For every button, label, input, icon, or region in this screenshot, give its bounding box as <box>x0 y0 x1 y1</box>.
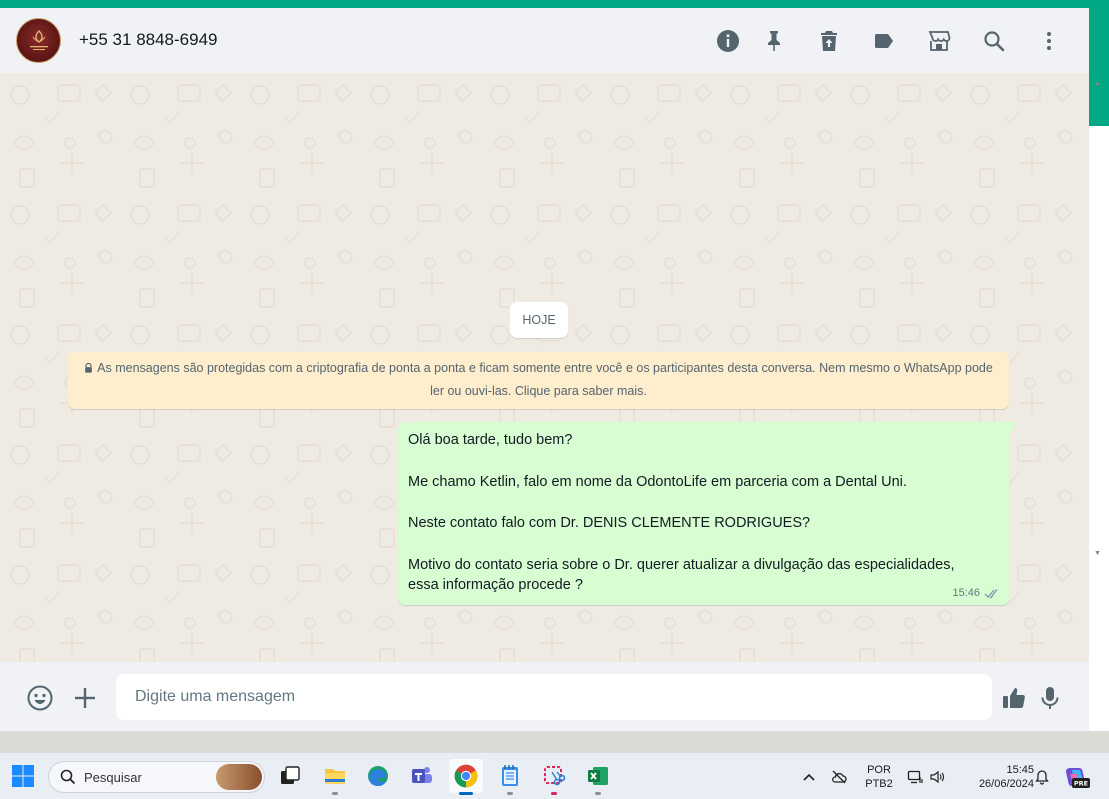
notepad-icon <box>502 765 518 786</box>
windows-taskbar: Pesquisar POR PTB2 15:45 26/06/2024 PRE <box>0 752 1109 799</box>
menu-icon[interactable] <box>1036 28 1062 54</box>
taskbar-edge[interactable] <box>361 759 395 793</box>
scroll-up-arrow-icon[interactable]: ▲ <box>1094 80 1101 87</box>
clock-time: 15:45 <box>1006 764 1034 776</box>
store-icon[interactable] <box>926 28 952 54</box>
excel-icon <box>588 767 608 785</box>
running-indicator <box>507 792 513 795</box>
taskbar-excel[interactable] <box>581 759 615 795</box>
chat-area[interactable]: HOJE As mensagens são protegidas com a c… <box>0 73 1089 662</box>
microphone-icon[interactable] <box>1036 684 1064 712</box>
running-indicator <box>332 792 338 795</box>
network-icon[interactable] <box>906 768 924 786</box>
bubble-tail <box>1009 422 1017 435</box>
whatsapp-window: +55 31 8848-6949 HOJE As mensagens são p… <box>0 8 1089 731</box>
teams-icon <box>412 767 432 783</box>
copilot-button[interactable]: PRE <box>1062 762 1092 792</box>
chevron-up-icon[interactable] <box>800 768 818 786</box>
message-composer <box>0 662 1089 731</box>
contact-avatar[interactable] <box>16 18 61 63</box>
search-icon[interactable] <box>981 28 1007 54</box>
double-check-icon <box>984 588 998 598</box>
attach-plus-icon[interactable] <box>71 684 99 712</box>
folder-icon <box>325 769 345 784</box>
contact-name[interactable]: +55 31 8848-6949 <box>79 30 218 50</box>
message-input[interactable] <box>116 674 992 720</box>
snipping-tool-icon <box>544 766 566 786</box>
taskbar-chrome[interactable] <box>449 759 483 795</box>
task-view-icon <box>281 766 300 784</box>
start-button[interactable] <box>6 759 40 793</box>
message-line-blank <box>408 492 999 513</box>
keyboard-layout: PTB2 <box>865 778 893 790</box>
message-line: Motivo do contato seria sobre o Dr. quer… <box>408 556 955 573</box>
taskbar-search[interactable]: Pesquisar <box>48 761 265 793</box>
message-line: Olá boa tarde, tudo bem? <box>408 432 573 448</box>
cloud-offline-icon[interactable] <box>830 768 848 786</box>
message-line: Neste contato falo com Dr. DENIS CLEMENT… <box>408 515 811 531</box>
window-top-strip <box>0 0 1109 8</box>
chrome-icon <box>454 764 478 788</box>
running-indicator <box>551 792 557 795</box>
pin-icon[interactable] <box>761 28 787 54</box>
task-view-button[interactable] <box>273 759 307 793</box>
lock-icon <box>85 363 93 373</box>
notification-bell-icon[interactable] <box>1033 768 1051 786</box>
message-time: 15:46 <box>952 587 980 599</box>
encryption-notice[interactable]: As mensagens são protegidas com a cripto… <box>68 352 1009 409</box>
language-code: POR <box>867 764 891 776</box>
message-bubble-outgoing[interactable]: Olá boa tarde, tudo bem? Me chamo Ketlin… <box>398 422 1017 605</box>
info-icon[interactable] <box>715 28 741 54</box>
windows-logo-icon <box>12 765 34 787</box>
chat-header: +55 31 8848-6949 <box>0 8 1089 73</box>
edge-browser-icon <box>368 766 388 786</box>
taskbar-search-label: Pesquisar <box>84 769 142 785</box>
volume-icon[interactable] <box>928 768 946 786</box>
taskbar-snipping-tool[interactable] <box>537 759 571 795</box>
search-icon <box>60 769 76 785</box>
clock-date: 26/06/2024 <box>978 778 1034 790</box>
taskbar-teams[interactable] <box>405 759 439 793</box>
browser-right-edge: ▲ ▼ <box>1089 8 1109 731</box>
message-line: Me chamo Ketlin, falo em nome da OdontoL… <box>408 473 907 490</box>
emoji-icon[interactable] <box>26 684 54 712</box>
scroll-down-arrow-icon[interactable]: ▼ <box>1094 550 1101 557</box>
copilot-badge: PRE <box>1074 780 1088 788</box>
message-meta: 15:46 <box>952 587 1000 599</box>
message-line-blank <box>408 451 999 472</box>
avatar-logo-icon <box>29 29 48 50</box>
delete-icon[interactable] <box>816 28 842 54</box>
taskbar-notepad[interactable] <box>493 759 527 795</box>
accent-strip <box>1089 8 1109 126</box>
copilot-icon: PRE <box>1065 768 1090 788</box>
active-indicator <box>459 792 473 795</box>
taskbar-file-explorer[interactable] <box>318 759 352 795</box>
thumbs-up-icon[interactable] <box>1000 684 1028 712</box>
keyboard-language[interactable]: POR PTB2 <box>862 763 896 791</box>
clock[interactable]: 15:45 26/06/2024 <box>958 763 1034 791</box>
date-divider: HOJE <box>510 302 568 338</box>
message-line-blank <box>408 534 999 555</box>
encryption-notice-text: As mensagens são protegidas com a cripto… <box>97 361 993 398</box>
label-icon[interactable] <box>871 28 897 54</box>
message-line: essa informação procede ? <box>408 577 583 593</box>
running-indicator <box>595 792 601 795</box>
search-highlight-image <box>216 764 262 790</box>
